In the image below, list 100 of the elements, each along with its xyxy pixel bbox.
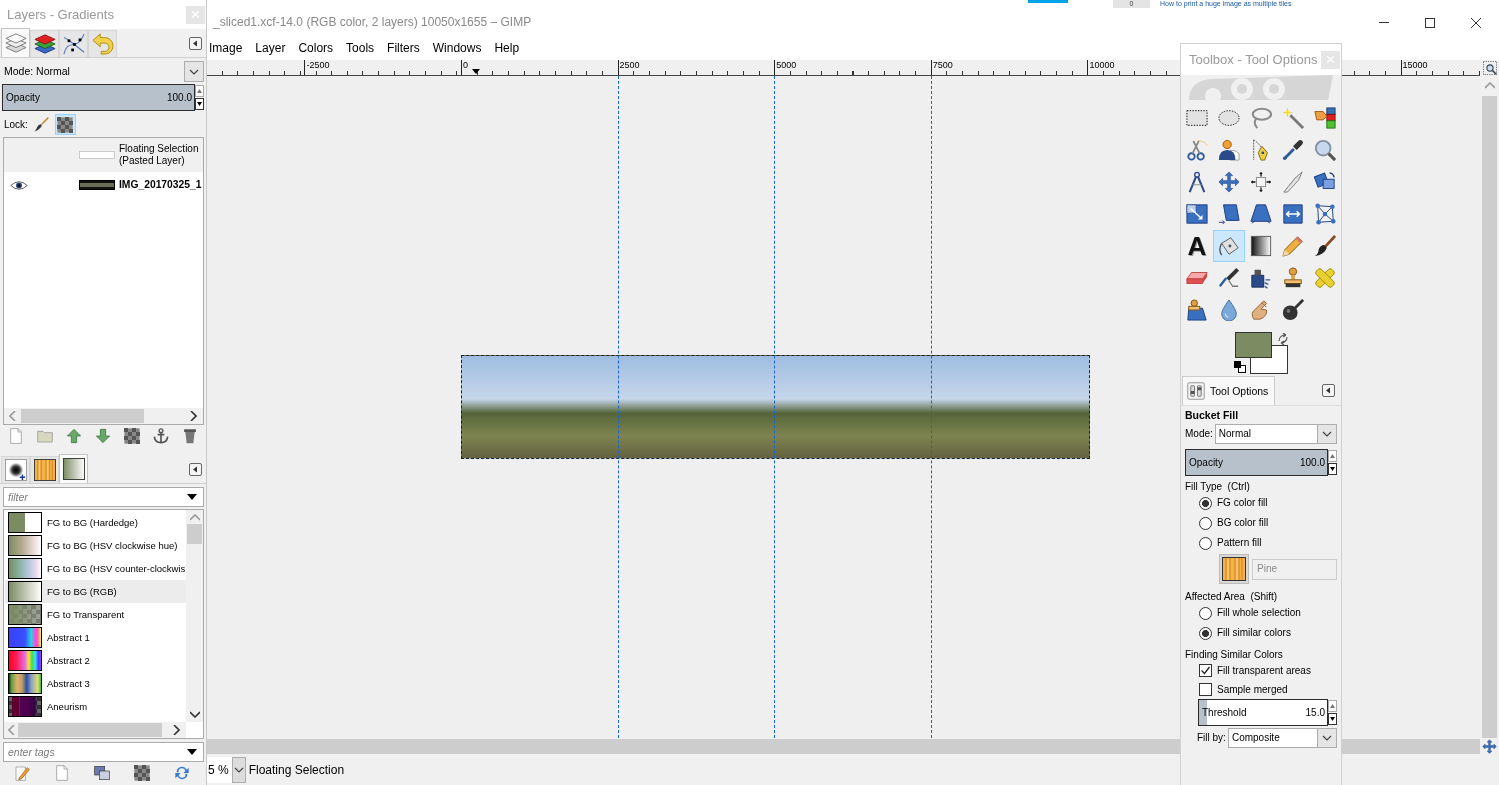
gradient-item[interactable]: FG to BG (HSV counter-clockwis	[5, 557, 186, 580]
horizontal-scrollbar[interactable]	[4, 408, 203, 424]
refresh-icon[interactable]	[174, 765, 190, 781]
checkbox-icon[interactable]	[1199, 664, 1212, 677]
gradient-item[interactable]: Abstract 3	[5, 672, 186, 695]
layer-row[interactable]: Floating Selection (Pasted Layer)	[4, 138, 203, 172]
dock-tab[interactable]	[1, 456, 30, 483]
mode-dropdown[interactable]: Normal	[1214, 424, 1337, 444]
overlapping-squares-icon[interactable]	[1234, 361, 1246, 373]
vertical-scrollbar[interactable]	[1480, 76, 1499, 738]
dock-tab[interactable]	[59, 454, 88, 483]
radio-option[interactable]: FG color fill	[1185, 493, 1337, 513]
gradient-item[interactable]: FG to BG (Hardedge)	[5, 511, 186, 534]
radio-option[interactable]: Pattern fill	[1185, 533, 1337, 553]
dropdown-button[interactable]	[1317, 729, 1336, 747]
dock-tab[interactable]	[30, 456, 59, 483]
dropdown-triangle-icon[interactable]	[187, 749, 197, 755]
radio-icon[interactable]	[1199, 536, 1212, 550]
tab-highlight	[1028, 0, 1068, 3]
menu-item[interactable]: Help	[494, 41, 520, 56]
tags-field[interactable]: enter tags	[3, 742, 204, 762]
gradient-item[interactable]: FG to BG (RGB)	[5, 580, 186, 603]
anchor-icon[interactable]	[153, 428, 169, 444]
guide-line[interactable]	[930, 76, 932, 738]
magnifier-frame-icon[interactable]	[1482, 61, 1497, 75]
radio-icon[interactable]	[1199, 516, 1212, 530]
filter-field[interactable]: filter	[3, 487, 204, 507]
gradient-item[interactable]: Abstract 2	[5, 649, 186, 672]
gradient-item[interactable]: FG to Transparent	[5, 603, 186, 626]
scrollbar-thumb[interactable]	[18, 723, 162, 737]
menu-item[interactable]: Colors	[298, 41, 334, 56]
close-icon[interactable]	[1471, 17, 1481, 28]
fill-by-dropdown[interactable]: Composite	[1227, 728, 1337, 748]
up-arrow-icon[interactable]	[66, 428, 82, 444]
pencil-icon	[1282, 235, 1304, 257]
layer-name: Floating Selection (Pasted Layer)	[119, 143, 199, 167]
dock-tab[interactable]	[30, 30, 59, 57]
radio-icon[interactable]	[1199, 496, 1212, 510]
menu-item[interactable]: Tools	[346, 41, 375, 56]
opacity-slider[interactable]: Opacity 100.0	[1185, 449, 1328, 476]
page-pencil-icon[interactable]	[14, 765, 30, 781]
scrollbar-thumb[interactable]	[187, 524, 202, 544]
guide-line[interactable]	[617, 76, 619, 738]
trash-icon[interactable]	[182, 428, 198, 444]
spin-up-icon[interactable]	[1328, 450, 1337, 462]
eye-icon[interactable]	[10, 179, 28, 191]
scrollbar-thumb[interactable]	[1482, 96, 1497, 738]
gradient-item[interactable]: FG to BG (HSV clockwise hue)	[5, 534, 186, 557]
pattern-button[interactable]	[1219, 554, 1249, 584]
horizontal-scrollbar[interactable]	[4, 722, 186, 738]
maximize-icon[interactable]	[1425, 17, 1435, 28]
radio-icon[interactable]	[1199, 626, 1212, 640]
gradient-item[interactable]: Abstract 1	[5, 626, 186, 649]
spin-up-icon[interactable]	[195, 85, 204, 97]
gradient-item[interactable]: Aneurism	[5, 695, 186, 718]
tool-button[interactable]: A	[1181, 230, 1213, 262]
radio-option[interactable]: Fill similar colors	[1185, 623, 1337, 643]
checker-square-icon[interactable]	[124, 428, 140, 444]
dropdown-button[interactable]	[1317, 425, 1336, 443]
dock-tab[interactable]	[59, 30, 88, 57]
down-arrow-icon[interactable]	[95, 428, 111, 444]
stacked-windows-icon[interactable]	[94, 765, 110, 781]
zoom-dropdown[interactable]: 5 %	[207, 757, 246, 783]
spin-down-icon[interactable]	[1328, 713, 1337, 725]
checker-square-icon[interactable]	[134, 765, 150, 781]
opacity-slider[interactable]: Opacity 100.0	[2, 84, 195, 111]
dock-menu-icon[interactable]	[189, 36, 202, 50]
spin-up-icon[interactable]	[1328, 700, 1337, 712]
threshold-slider[interactable]: Threshold 15.0	[1198, 699, 1328, 726]
scrollbar-thumb[interactable]	[21, 409, 144, 423]
guide-line[interactable]	[774, 76, 776, 738]
menu-item[interactable]: Windows	[432, 41, 482, 56]
scroll-right-icon[interactable]	[173, 725, 180, 735]
mode-dropdown[interactable]: Mode: Normal	[0, 61, 206, 82]
menu-item[interactable]: Filters	[387, 41, 420, 56]
panel-tab[interactable]: Tool Options	[1182, 376, 1276, 405]
foreground-color-swatch[interactable]	[1235, 332, 1272, 358]
gradient-name: Abstract 2	[47, 654, 90, 667]
checkbox-option[interactable]: Sample merged	[1185, 680, 1337, 699]
dropdown-triangle-icon[interactable]	[187, 494, 197, 500]
spin-down-icon[interactable]	[1328, 463, 1337, 475]
vertical-scrollbar[interactable]	[186, 510, 203, 722]
scroll-down-icon[interactable]	[189, 711, 200, 718]
magnifier-icon	[1314, 139, 1336, 161]
swap-arrows-icon[interactable]	[1277, 333, 1289, 345]
radio-option[interactable]: Fill whole selection	[1185, 603, 1337, 623]
spin-down-icon[interactable]	[195, 98, 204, 110]
scroll-right-icon[interactable]	[190, 411, 197, 421]
menu-item[interactable]: Image	[209, 41, 243, 56]
dock-menu-icon[interactable]	[1322, 384, 1335, 397]
layer-row[interactable]: IMG_20170325_1	[4, 172, 203, 198]
dock-menu-icon[interactable]	[189, 462, 202, 476]
checkbox-option[interactable]: Fill transparent areas	[1185, 661, 1337, 680]
lock-toggle[interactable]	[54, 114, 76, 135]
menu-item[interactable]: Layer	[255, 41, 286, 56]
checkbox-icon[interactable]	[1199, 683, 1212, 696]
radio-icon[interactable]	[1199, 606, 1212, 620]
dropdown-button[interactable]	[231, 757, 246, 783]
four-way-arrow-icon[interactable]	[1482, 739, 1497, 754]
radio-option[interactable]: BG color fill	[1185, 513, 1337, 533]
